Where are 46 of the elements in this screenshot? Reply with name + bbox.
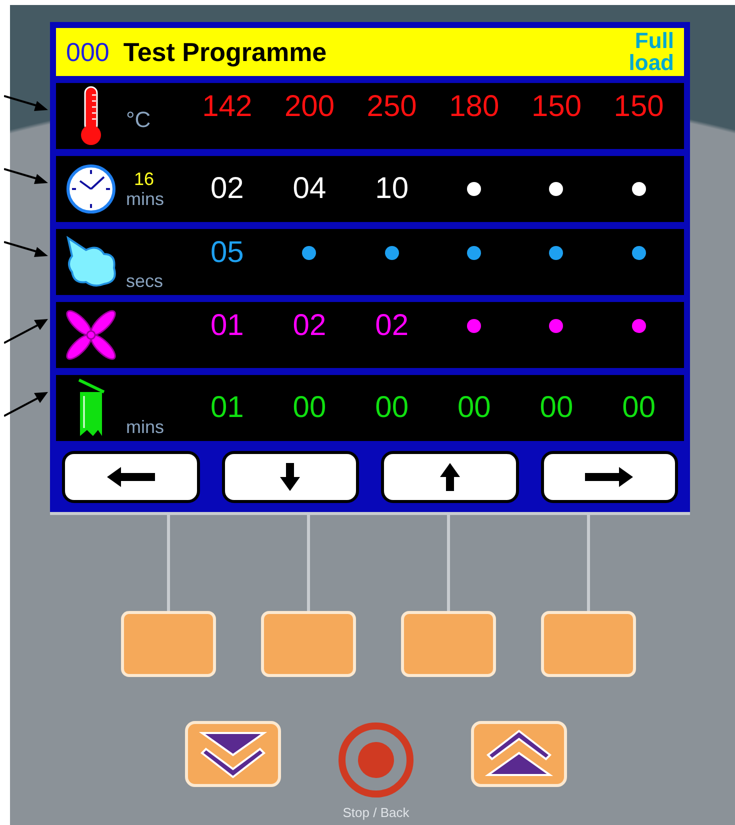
leader-line: [4, 389, 48, 417]
setting-value[interactable]: 180: [449, 89, 500, 125]
scroll-down-button[interactable]: [185, 721, 281, 787]
load-label: Full load: [628, 30, 674, 74]
setting-value[interactable]: 04: [292, 171, 326, 207]
setting-value[interactable]: 00: [457, 390, 491, 426]
setting-value[interactable]: 02: [210, 171, 244, 207]
unit-label: mins: [126, 417, 166, 437]
setting-value[interactable]: 150: [614, 89, 664, 125]
setting-value[interactable]: 00: [622, 390, 656, 426]
setting-value[interactable]: 02: [292, 308, 326, 344]
setting-value[interactable]: 10: [375, 171, 409, 207]
double-chevron-up-icon: [484, 729, 554, 779]
setting-value[interactable]: 142: [202, 89, 252, 125]
clock-icon: [66, 164, 116, 214]
arrow-softkey[interactable]: [540, 451, 678, 503]
setting-value[interactable]: 01: [210, 308, 244, 344]
unit-label: °C: [126, 110, 151, 130]
arrow-softkey[interactable]: [381, 451, 518, 503]
stop-back-label: Stop / Back: [342, 804, 410, 822]
unit-label: secs: [126, 271, 164, 291]
setting-value[interactable]: 02: [375, 308, 409, 344]
leader-line: [4, 241, 48, 258]
program-name: Test Programme: [123, 36, 328, 68]
unit-label: mins: [126, 189, 166, 209]
fan-icon: [64, 308, 118, 362]
setting-value[interactable]: 05: [210, 235, 244, 271]
total-time: 16: [133, 169, 156, 189]
setting-value[interactable]: 00: [292, 390, 326, 426]
setting-value[interactable]: 00: [375, 390, 409, 426]
setting-value[interactable]: 01: [210, 390, 244, 426]
setting-value[interactable]: 200: [284, 89, 335, 125]
leader-line: [4, 316, 48, 344]
steam-cloud-icon: [64, 236, 118, 288]
program-number: 000: [66, 36, 110, 68]
leader-line: [4, 95, 48, 112]
vent-flap-icon: [76, 378, 106, 438]
setting-value[interactable]: 250: [366, 89, 417, 125]
double-chevron-down-icon: [198, 729, 268, 779]
scroll-up-button[interactable]: [471, 721, 567, 787]
arrow-softkey[interactable]: [62, 451, 200, 503]
setting-value[interactable]: 00: [540, 390, 574, 426]
setting-value[interactable]: 150: [531, 89, 582, 125]
thermometer-icon: [78, 85, 104, 147]
arrow-softkey[interactable]: [222, 451, 359, 503]
leader-line: [4, 168, 48, 185]
